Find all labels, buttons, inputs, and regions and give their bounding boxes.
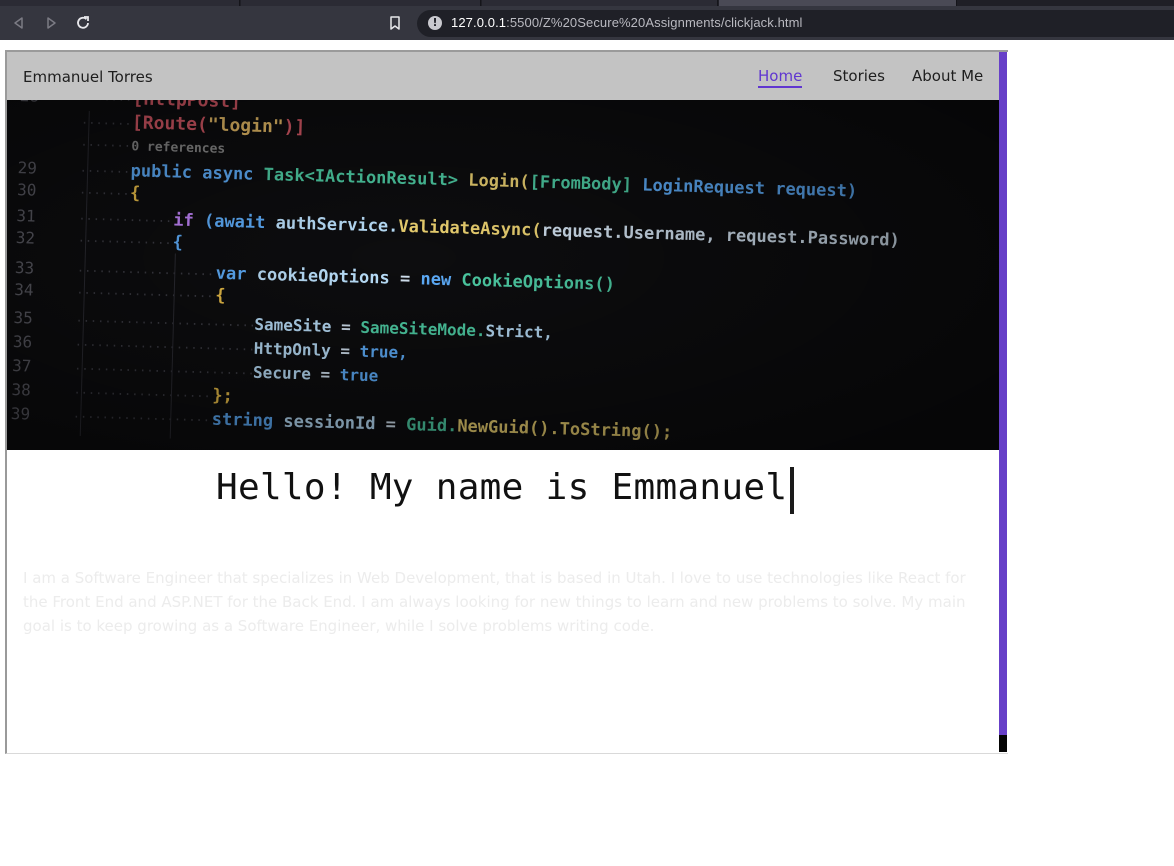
bookmark-icon[interactable] [386,14,404,32]
embedded-page-frame: Emmanuel Torres Home Stories About Me 28… [5,50,1008,754]
site-navbar: Emmanuel Torres Home Stories About Me [7,52,999,100]
hero-greeting: Hello! My name is Emmanuel [216,467,788,508]
nav-link-about-me[interactable]: About Me [912,67,983,85]
browser-toolbar: ! 127.0.0.1:5500/Z%20Secure%20Assignment… [0,6,1174,40]
about-paragraph: I am a Software Engineer that specialize… [23,569,966,635]
site-brand[interactable]: Emmanuel Torres [23,68,153,86]
reload-icon[interactable] [74,14,92,32]
info-icon[interactable]: ! [428,16,442,30]
back-icon[interactable] [10,14,28,32]
frame-accent-foot [999,735,1007,752]
forward-icon[interactable] [42,14,60,32]
frame-accent-bar [999,52,1007,735]
url-text[interactable]: 127.0.0.1:5500/Z%20Secure%20Assignments/… [451,15,803,30]
url-path: :5500/Z%20Secure%20Assignments/clickjack… [506,15,803,30]
hero-code-image: 28·······[HttpPost]·······[Route("login"… [7,100,999,450]
nav-link-home[interactable]: Home [758,67,803,88]
typing-caret [790,467,794,514]
code-screenshot: 28·······[HttpPost]·······[Route("login"… [7,100,999,450]
nav-link-stories[interactable]: Stories [833,67,885,85]
address-bar[interactable]: ! 127.0.0.1:5500/Z%20Secure%20Assignment… [417,10,1174,37]
url-host: 127.0.0.1 [451,15,507,30]
